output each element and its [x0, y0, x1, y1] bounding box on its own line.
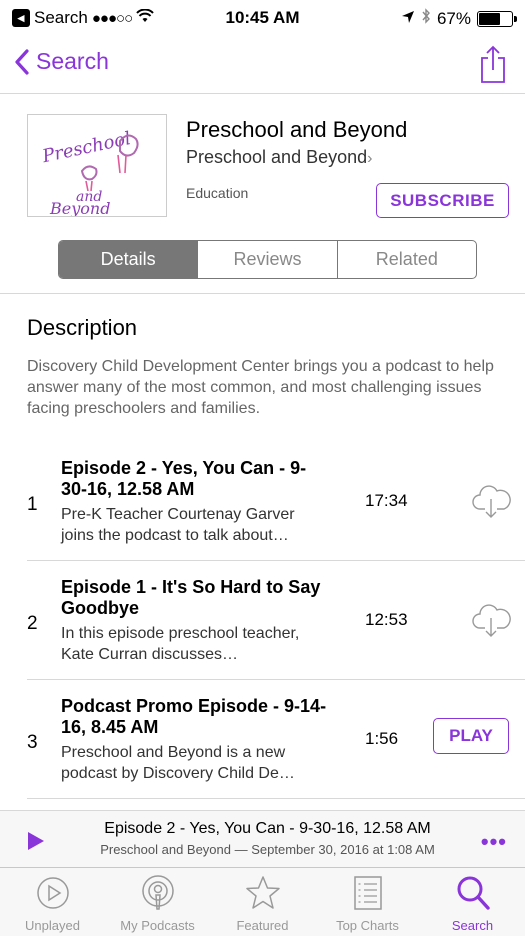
episode-description: Preschool and Beyond is a new podcast by…	[61, 744, 295, 782]
podcast-title: Preschool and Beyond	[186, 117, 408, 142]
episode-row-3[interactable]: 3 Podcast Promo Episode - 9-14-16, 8.45 …	[27, 680, 525, 799]
episode-list: 1 Episode 2 - Yes, You Can - 9-30-16, 12…	[0, 442, 525, 799]
tab-featured[interactable]: Featured	[210, 868, 315, 936]
download-button[interactable]	[471, 482, 511, 525]
mini-player-title: Episode 2 - Yes, You Can - 9-30-16, 12.5…	[104, 820, 431, 837]
nav-bar: Search	[0, 36, 525, 94]
download-cloud-icon	[472, 604, 511, 637]
share-button[interactable]	[479, 44, 507, 84]
chevron-left-icon	[15, 48, 29, 75]
location-icon	[401, 9, 415, 29]
tab-my-podcasts[interactable]: My Podcasts	[105, 868, 210, 936]
bluetooth-icon	[421, 8, 431, 29]
search-icon	[457, 876, 490, 910]
battery-cap	[514, 15, 517, 22]
play-icon	[28, 832, 44, 850]
more-icon[interactable]: •••	[481, 829, 507, 855]
tab-search[interactable]: Search	[420, 868, 525, 936]
play-button[interactable]: PLAY	[433, 718, 509, 754]
podcast-author: Preschool and Beyond	[186, 147, 368, 167]
tab-label: Top Charts	[336, 918, 399, 933]
share-icon	[481, 45, 505, 83]
episode-description: Pre-K Teacher Courtenay Garver joins the…	[61, 506, 295, 544]
episode-number: 2	[27, 613, 38, 634]
artwork-image: Preschool and Beyond	[40, 128, 139, 218]
podcast-author-link[interactable]: Preschool and Beyond›	[186, 147, 372, 168]
podcast-genre: Education	[186, 185, 249, 201]
back-button-label: Search	[36, 48, 109, 74]
episode-duration: 1:56	[365, 729, 399, 748]
tab-label: Search	[451, 918, 494, 933]
status-bar: ◂ Search ●●●○○ 10:45 AM 67%	[0, 0, 525, 36]
tab-label: Unplayed	[25, 918, 80, 933]
details-tabs: Details Reviews Related	[58, 240, 477, 279]
status-right: 67%	[401, 8, 517, 29]
episode-row-2[interactable]: 2 Episode 1 - It's So Hard to Say Goodby…	[27, 561, 525, 680]
battery-icon	[477, 10, 517, 27]
download-button[interactable]	[471, 601, 511, 644]
description-text: Discovery Child Development Center bring…	[27, 358, 494, 417]
episode-duration: 17:34	[365, 491, 408, 510]
episode-duration: 12:53	[365, 610, 408, 629]
episode-number: 3	[27, 732, 38, 753]
battery-level	[479, 12, 501, 25]
tab-related[interactable]: Related	[336, 241, 476, 278]
tab-details[interactable]: Details	[59, 241, 198, 278]
battery-percent: 67%	[436, 8, 471, 28]
back-button[interactable]: Search	[14, 48, 109, 75]
episode-number: 1	[27, 494, 38, 515]
episode-title: Episode 2 - Yes, You Can - 9-30-16, 12.5…	[61, 458, 307, 499]
subscribe-button[interactable]: SUBSCRIBE	[376, 183, 509, 218]
tab-label: Featured	[236, 918, 289, 933]
podcast-artwork: Preschool and Beyond	[27, 114, 167, 218]
tab-bar: Unplayed My Podcasts Featured Top Charts…	[0, 868, 525, 936]
description-heading: Description	[27, 315, 138, 340]
episode-title: Episode 1 - It's So Hard to Say Goodbye	[61, 577, 321, 618]
chevron-right-icon: ›	[367, 150, 373, 167]
tab-reviews[interactable]: Reviews	[197, 241, 336, 278]
tab-unplayed[interactable]: Unplayed	[0, 868, 105, 936]
episode-title: Podcast Promo Episode - 9-14-16, 8.45 AM	[61, 696, 327, 737]
star-icon	[245, 876, 280, 909]
mini-player-play-button[interactable]	[27, 831, 45, 856]
episode-row-1[interactable]: 1 Episode 2 - Yes, You Can - 9-30-16, 12…	[27, 442, 525, 561]
episode-description: In this episode preschool teacher, Kate …	[61, 625, 300, 663]
artwork-text-3: Beyond	[49, 199, 110, 216]
play-circle-icon	[36, 877, 69, 909]
mini-player[interactable]: Episode 2 - Yes, You Can - 9-30-16, 12.5…	[0, 810, 525, 868]
list-icon	[353, 876, 382, 910]
mini-player-subtitle: Preschool and Beyond — September 30, 201…	[100, 842, 435, 857]
tab-top-charts[interactable]: Top Charts	[315, 868, 420, 936]
tab-label: My Podcasts	[120, 918, 195, 933]
download-cloud-icon	[472, 485, 511, 518]
podcasts-icon	[141, 875, 174, 910]
podcast-header: Preschool and Beyond Preschool and Beyon…	[0, 94, 525, 294]
